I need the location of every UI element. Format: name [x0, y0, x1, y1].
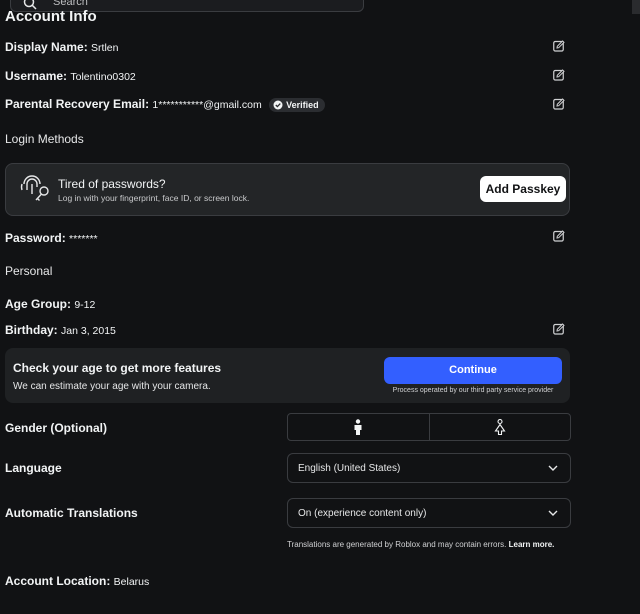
translations-select[interactable]: On (experience content only)	[287, 498, 571, 528]
display-name-value: Srtlen	[91, 42, 119, 54]
display-name-label: Display Name:	[5, 40, 88, 54]
automatic-translations-label: Automatic Translations	[5, 506, 138, 520]
learn-more-link[interactable]: Learn more.	[509, 540, 555, 549]
password-value: *******	[69, 233, 98, 245]
search-placeholder: Search	[53, 0, 88, 8]
chevron-down-icon	[548, 465, 558, 471]
parental-email-row: Parental Recovery Email: 1***********@gm…	[5, 97, 325, 112]
parental-email-label: Parental Recovery Email:	[5, 97, 150, 111]
gender-toggle	[287, 413, 571, 441]
add-passkey-button[interactable]: Add Passkey	[480, 176, 566, 202]
birthday-row: Birthday: Jan 3, 2015	[5, 323, 116, 337]
age-group-row: Age Group: 9-12	[5, 297, 95, 311]
female-icon	[494, 419, 506, 435]
account-location-label: Account Location:	[5, 574, 111, 588]
page-title: Account Info	[5, 8, 97, 25]
passkey-subtitle: Log in with your fingerprint, face ID, o…	[58, 193, 250, 203]
age-check-subtitle: We can estimate your age with your camer…	[13, 381, 211, 392]
age-check-title: Check your age to get more features	[13, 361, 222, 375]
gender-option-female[interactable]	[428, 414, 571, 440]
chevron-down-icon	[548, 510, 558, 516]
language-select[interactable]: English (United States)	[287, 453, 571, 483]
account-location-row: Account Location: Belarus	[5, 574, 149, 588]
birthday-value: Jan 3, 2015	[61, 325, 116, 337]
passkey-card: Tired of passwords? Log in with your fin…	[5, 163, 570, 216]
edit-birthday-icon[interactable]	[553, 323, 565, 335]
male-icon	[354, 419, 362, 435]
language-value: English (United States)	[298, 463, 401, 474]
password-label: Password:	[5, 231, 66, 245]
language-label: Language	[5, 461, 62, 475]
gender-option-male[interactable]	[288, 414, 429, 440]
age-check-note: Process operated by our third party serv…	[392, 387, 554, 394]
password-row: Password: *******	[5, 231, 98, 245]
translations-value: On (experience content only)	[298, 508, 427, 519]
verified-label: Verified	[286, 99, 319, 110]
age-group-value: 9-12	[74, 299, 96, 311]
username-label: Username:	[5, 69, 68, 83]
edit-password-icon[interactable]	[553, 230, 565, 242]
gender-label: Gender (Optional)	[5, 421, 107, 435]
translations-note: Translations are generated by Roblox and…	[287, 538, 571, 552]
verified-badge: Verified	[269, 97, 325, 112]
parental-email-value: 1***********@gmail.com	[152, 99, 262, 111]
birthday-label: Birthday:	[5, 323, 58, 337]
display-name-row: Display Name: Srtlen	[5, 40, 118, 54]
passkey-title: Tired of passwords?	[58, 177, 166, 191]
fingerprint-key-icon	[20, 175, 49, 201]
translations-note-text: Translations are generated by Roblox and…	[287, 540, 507, 549]
login-methods-heading: Login Methods	[5, 132, 84, 146]
check-circle-icon	[273, 100, 283, 110]
scrollbar[interactable]	[632, 0, 640, 14]
edit-display-name-icon[interactable]	[553, 40, 565, 52]
username-value: Tolentino0302	[70, 71, 136, 83]
username-row: Username: Tolentino0302	[5, 69, 136, 83]
age-check-card: Check your age to get more features We c…	[5, 348, 570, 403]
age-group-label: Age Group:	[5, 297, 71, 311]
continue-button[interactable]: Continue	[384, 357, 562, 384]
account-location-value: Belarus	[113, 576, 150, 588]
personal-heading: Personal	[5, 264, 53, 278]
edit-parental-email-icon[interactable]	[553, 98, 565, 110]
edit-username-icon[interactable]	[553, 69, 565, 81]
